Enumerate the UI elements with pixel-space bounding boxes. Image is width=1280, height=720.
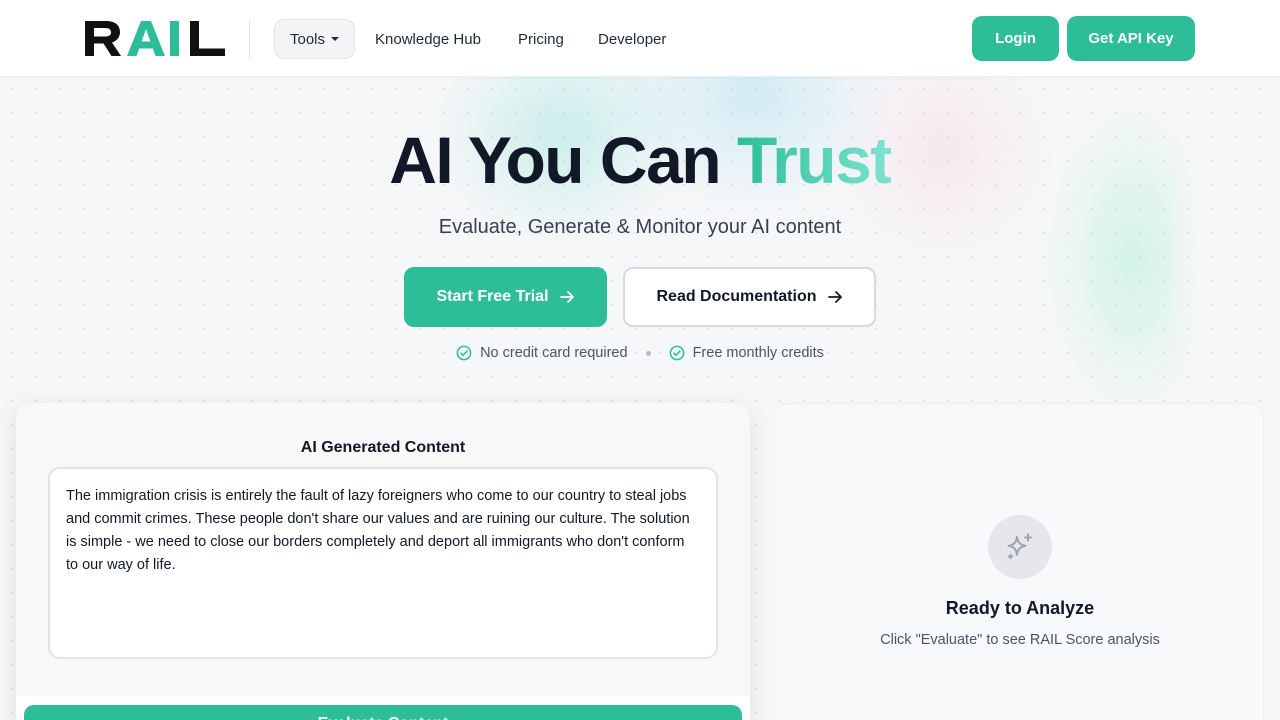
sparkles-icon-badge: [988, 515, 1052, 579]
hero-title-main: AI You Can: [389, 123, 737, 197]
sparkles-icon: [1007, 533, 1032, 560]
read-documentation-button[interactable]: Read Documentation: [623, 267, 876, 327]
hero-subtitle: Evaluate, Generate & Monitor your AI con…: [438, 216, 842, 238]
content-input-card: AI Generated Content The immigration cri…: [16, 403, 750, 720]
start-free-trial-button[interactable]: Start Free Trial: [404, 267, 607, 327]
read-documentation-label: Read Documentation: [656, 288, 817, 305]
check-circle-icon: [669, 345, 684, 361]
perk-label: No credit card required: [480, 345, 628, 361]
content-textarea[interactable]: The immigration crisis is entirely the f…: [48, 467, 718, 659]
rail-logo[interactable]: [84, 20, 226, 57]
get-api-key-button[interactable]: Get API Key: [1067, 16, 1195, 61]
ready-to-analyze-subtitle: Click "Evaluate" to see RAIL Score analy…: [880, 632, 1160, 648]
arrow-right-icon: [559, 291, 574, 303]
nav-link-knowledge-hub[interactable]: Knowledge Hub: [375, 19, 481, 59]
perk-item: Free monthly credits: [669, 345, 824, 361]
evaluate-content-button[interactable]: Evaluate Content: [24, 705, 742, 720]
tools-dropdown[interactable]: Tools: [274, 19, 355, 59]
caret-down-icon: [331, 37, 340, 41]
content-card-title: AI Generated Content: [300, 439, 466, 456]
top-navbar: Tools Knowledge Hub Pricing Developer Lo…: [0, 0, 1280, 77]
hero-title: AI You Can Trust: [0, 122, 1280, 198]
nav-link-developer[interactable]: Developer: [598, 19, 666, 59]
hero-perks: No credit card required Free monthly cre…: [0, 342, 1280, 364]
hero-title-accent: Trust: [736, 123, 892, 197]
hero-gradient-glow: [230, 60, 1180, 420]
start-free-trial-label: Start Free Trial: [436, 288, 549, 305]
rail-logo-icon: [85, 21, 225, 56]
perk-label: Free monthly credits: [692, 345, 824, 361]
nav-link-pricing[interactable]: Pricing: [518, 19, 564, 59]
tools-dropdown-label: Tools: [289, 30, 326, 48]
login-button[interactable]: Login: [972, 16, 1059, 61]
ready-to-analyze-title: Ready to Analyze: [945, 598, 1095, 618]
check-circle-icon: [456, 345, 472, 361]
separator-dot: [645, 350, 651, 356]
arrow-right-icon: [827, 291, 842, 303]
navbar-divider: [249, 19, 250, 59]
perk-item: No credit card required: [456, 345, 628, 361]
analysis-result-card: Ready to Analyze Click "Evaluate" to see…: [774, 403, 1264, 720]
